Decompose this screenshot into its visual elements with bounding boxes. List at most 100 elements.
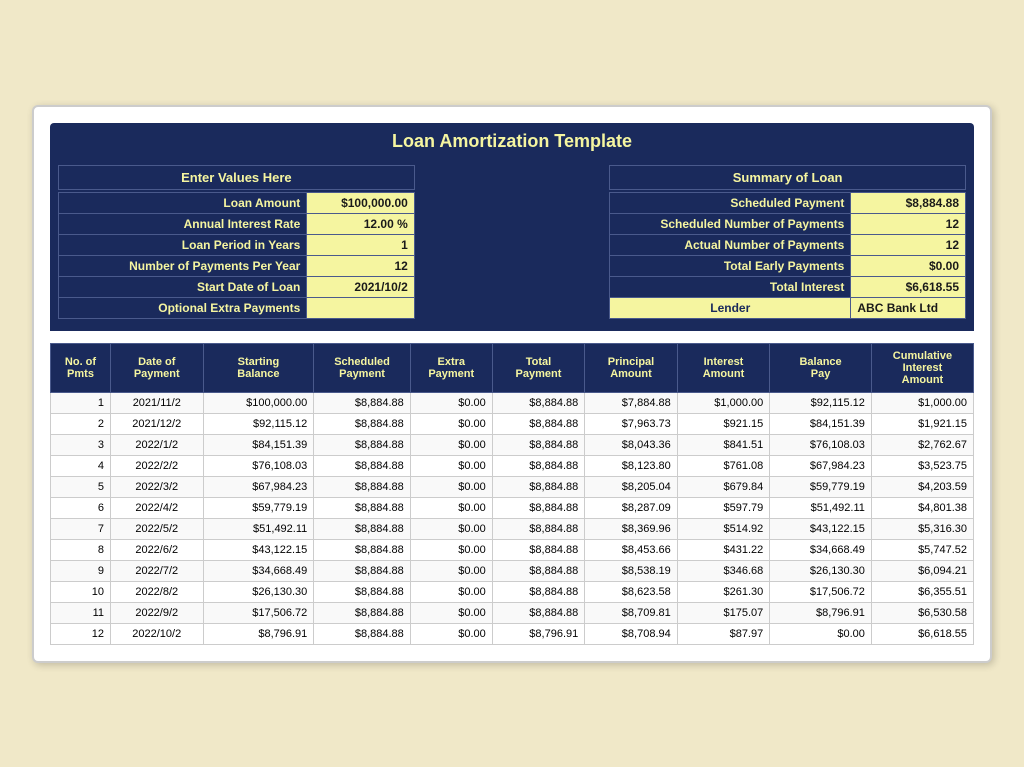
cell-cum-interest: $5,316.30 [871,518,973,539]
cell-num: 11 [51,602,111,623]
amort-row: 10 2022/8/2 $26,130.30 $8,884.88 $0.00 $… [51,581,974,602]
value-scheduled-num-payments: 12 [851,213,966,234]
cell-cum-interest: $6,355.51 [871,581,973,602]
cell-cum-interest: $4,801.38 [871,497,973,518]
cell-interest: $679.84 [677,476,770,497]
cell-total-pay: $8,884.88 [492,497,585,518]
cell-principal: $8,369.96 [585,518,678,539]
label-payments-per-year: Number of Payments Per Year [59,255,307,276]
cell-total-pay: $8,884.88 [492,455,585,476]
col-header-balance-pay: BalancePay [770,343,872,392]
amort-row: 6 2022/4/2 $59,779.19 $8,884.88 $0.00 $8… [51,497,974,518]
amort-row: 7 2022/5/2 $51,492.11 $8,884.88 $0.00 $8… [51,518,974,539]
input-row-loan-period: Loan Period in Years 1 [59,234,415,255]
cell-total-pay: $8,884.88 [492,581,585,602]
input-form-table: Loan Amount $100,000.00 Annual Interest … [58,192,415,319]
cell-principal: $8,123.80 [585,455,678,476]
amort-row: 9 2022/7/2 $34,668.49 $8,884.88 $0.00 $8… [51,560,974,581]
value-interest-rate[interactable]: 12.00 % [307,213,415,234]
cell-interest: $261.30 [677,581,770,602]
cell-balance: $0.00 [770,623,872,644]
cell-start-bal: $92,115.12 [203,413,314,434]
cell-principal: $8,287.09 [585,497,678,518]
cell-cum-interest: $2,762.67 [871,434,973,455]
cell-extra-pay: $0.00 [410,518,492,539]
cell-sched-pay: $8,884.88 [314,602,411,623]
cell-principal: $8,623.58 [585,581,678,602]
cell-start-bal: $67,984.23 [203,476,314,497]
col-header-total-payment: TotalPayment [492,343,585,392]
cell-interest: $841.51 [677,434,770,455]
cell-cum-interest: $1,000.00 [871,392,973,413]
cell-sched-pay: $8,884.88 [314,560,411,581]
cell-extra-pay: $0.00 [410,392,492,413]
summary-row-scheduled-num-payments: Scheduled Number of Payments 12 [610,213,966,234]
cell-num: 7 [51,518,111,539]
cell-extra-pay: $0.00 [410,539,492,560]
cell-date: 2022/8/2 [111,581,204,602]
cell-sched-pay: $8,884.88 [314,392,411,413]
cell-balance: $84,151.39 [770,413,872,434]
cell-cum-interest: $5,747.52 [871,539,973,560]
cell-start-bal: $8,796.91 [203,623,314,644]
value-scheduled-payment: $8,884.88 [851,192,966,213]
cell-extra-pay: $0.00 [410,602,492,623]
amort-row: 4 2022/2/2 $76,108.03 $8,884.88 $0.00 $8… [51,455,974,476]
cell-principal: $8,538.19 [585,560,678,581]
cell-interest: $761.08 [677,455,770,476]
cell-date: 2022/4/2 [111,497,204,518]
col-header-cumulative-interest: CumulativeInterestAmount [871,343,973,392]
cell-total-pay: $8,884.88 [492,539,585,560]
cell-cum-interest: $1,921.15 [871,413,973,434]
cell-principal: $8,453.66 [585,539,678,560]
amort-row: 1 2021/11/2 $100,000.00 $8,884.88 $0.00 … [51,392,974,413]
cell-start-bal: $51,492.11 [203,518,314,539]
col-header-num-pmts: No. ofPmts [51,343,111,392]
cell-date: 2022/2/2 [111,455,204,476]
label-scheduled-num-payments: Scheduled Number of Payments [610,213,851,234]
cell-balance: $51,492.11 [770,497,872,518]
cell-principal: $7,884.88 [585,392,678,413]
cell-principal: $8,043.36 [585,434,678,455]
cell-num: 9 [51,560,111,581]
label-loan-amount: Loan Amount [59,192,307,213]
cell-extra-pay: $0.00 [410,455,492,476]
cell-principal: $8,708.94 [585,623,678,644]
cell-date: 2022/7/2 [111,560,204,581]
cell-interest: $87.97 [677,623,770,644]
cell-cum-interest: $4,203.59 [871,476,973,497]
cell-cum-interest: $6,094.21 [871,560,973,581]
value-extra-payments[interactable] [307,297,415,318]
label-loan-period: Loan Period in Years [59,234,307,255]
cell-principal: $8,205.04 [585,476,678,497]
cell-principal: $8,709.81 [585,602,678,623]
cell-start-bal: $17,506.72 [203,602,314,623]
cell-sched-pay: $8,884.88 [314,497,411,518]
input-row-start-date: Start Date of Loan 2021/10/2 [59,276,415,297]
col-header-scheduled-payment: ScheduledPayment [314,343,411,392]
cell-sched-pay: $8,884.88 [314,623,411,644]
cell-num: 1 [51,392,111,413]
value-payments-per-year[interactable]: 12 [307,255,415,276]
cell-start-bal: $43,122.15 [203,539,314,560]
cell-extra-pay: $0.00 [410,581,492,602]
cell-extra-pay: $0.00 [410,476,492,497]
cell-start-bal: $34,668.49 [203,560,314,581]
input-row-loan-amount: Loan Amount $100,000.00 [59,192,415,213]
main-card: Loan Amortization Template Enter Values … [32,105,992,663]
cell-date: 2022/9/2 [111,602,204,623]
cell-cum-interest: $6,618.55 [871,623,973,644]
label-actual-num-payments: Actual Number of Payments [610,234,851,255]
cell-extra-pay: $0.00 [410,623,492,644]
label-total-early-payments: Total Early Payments [610,255,851,276]
cell-sched-pay: $8,884.88 [314,476,411,497]
cell-sched-pay: $8,884.88 [314,539,411,560]
cell-balance: $17,506.72 [770,581,872,602]
value-start-date[interactable]: 2021/10/2 [307,276,415,297]
cell-extra-pay: $0.00 [410,434,492,455]
value-loan-period[interactable]: 1 [307,234,415,255]
col-header-starting-balance: StartingBalance [203,343,314,392]
value-loan-amount[interactable]: $100,000.00 [307,192,415,213]
input-row-interest-rate: Annual Interest Rate 12.00 % [59,213,415,234]
value-total-early-payments: $0.00 [851,255,966,276]
